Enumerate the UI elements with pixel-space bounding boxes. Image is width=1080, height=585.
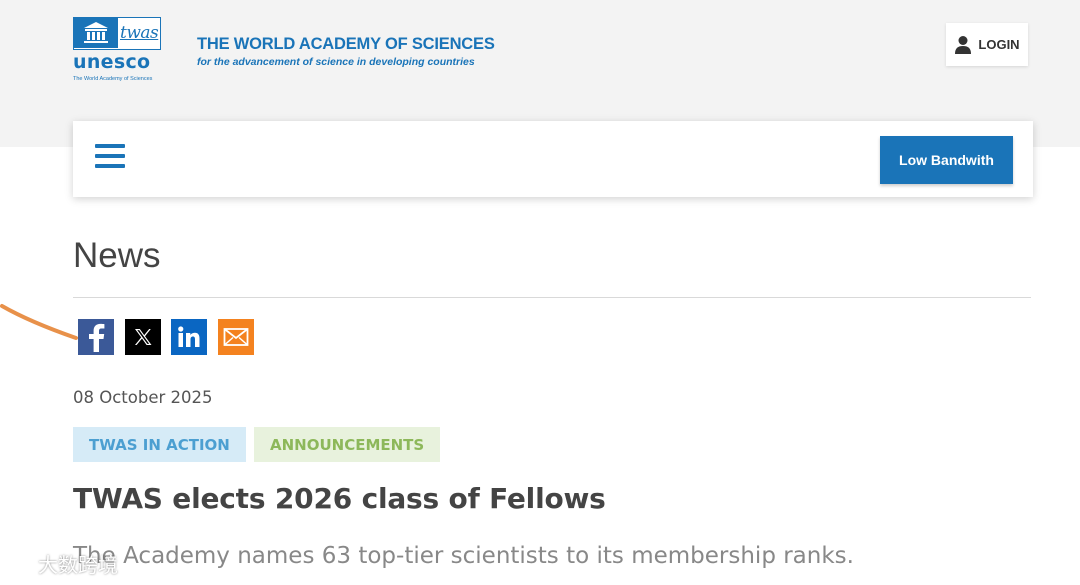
page-title: News: [73, 236, 161, 275]
watermark-text: 大数跨境: [38, 553, 118, 577]
login-label: LOGIN: [978, 37, 1020, 52]
unesco-temple-emblem: [74, 18, 118, 48]
facebook-icon[interactable]: [78, 319, 114, 355]
low-bandwidth-button[interactable]: Low Bandwith: [880, 136, 1013, 184]
post-date: 08 October 2025: [73, 388, 213, 407]
email-icon[interactable]: [218, 319, 254, 355]
logo-twas-word: twas: [120, 23, 159, 43]
tag-twas-in-action[interactable]: TWAS IN ACTION: [73, 427, 246, 462]
linkedin-icon[interactable]: [171, 319, 207, 355]
user-icon: [955, 35, 972, 54]
article-title[interactable]: TWAS elects 2026 class of Fellows: [73, 482, 606, 515]
watermark: 大数跨境: [8, 549, 118, 578]
x-icon[interactable]: [125, 319, 161, 355]
watermark-logo-icon: [8, 555, 32, 572]
temple-icon: [84, 22, 108, 43]
org-tagline: for the advancement of science in develo…: [197, 56, 475, 68]
login-button[interactable]: LOGIN: [946, 23, 1028, 66]
logo-box: twas: [73, 17, 161, 50]
logo-unesco-word: unesco: [73, 51, 151, 73]
article-summary: The Academy names 63 top-tier scientists…: [73, 543, 854, 569]
logo-sub-text: The World Academy of Sciences: [73, 76, 153, 82]
annotation-arrow-mark: [0, 304, 78, 340]
page: twas unesco The World Academy of Science…: [0, 0, 1080, 585]
nav-bar: Low Bandwith: [73, 121, 1033, 197]
twas-unesco-logo[interactable]: twas unesco The World Academy of Science…: [73, 17, 163, 95]
org-title[interactable]: THE WORLD ACADEMY OF SCIENCES: [197, 35, 495, 54]
tag-announcements[interactable]: ANNOUNCEMENTS: [254, 427, 441, 462]
hamburger-menu-icon[interactable]: [95, 144, 127, 172]
divider: [73, 297, 1031, 298]
